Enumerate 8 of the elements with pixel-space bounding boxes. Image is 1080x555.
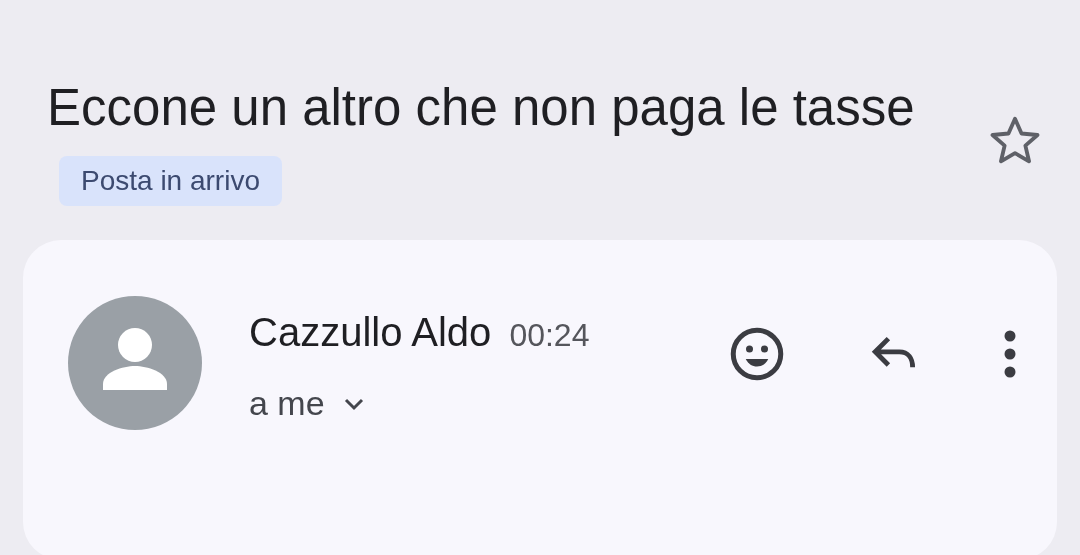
- inbox-label[interactable]: Posta in arrivo: [59, 156, 282, 206]
- recipients-toggle[interactable]: a me: [249, 378, 365, 429]
- chevron-down-icon: [342, 396, 365, 411]
- email-subject: Eccone un altro che non paga le tasse: [47, 79, 915, 136]
- sent-time: 00:24: [509, 316, 590, 355]
- avatar-icon: [68, 296, 202, 430]
- more-icon[interactable]: [1003, 330, 1017, 378]
- sender-name: Cazzullo Aldo: [249, 309, 492, 356]
